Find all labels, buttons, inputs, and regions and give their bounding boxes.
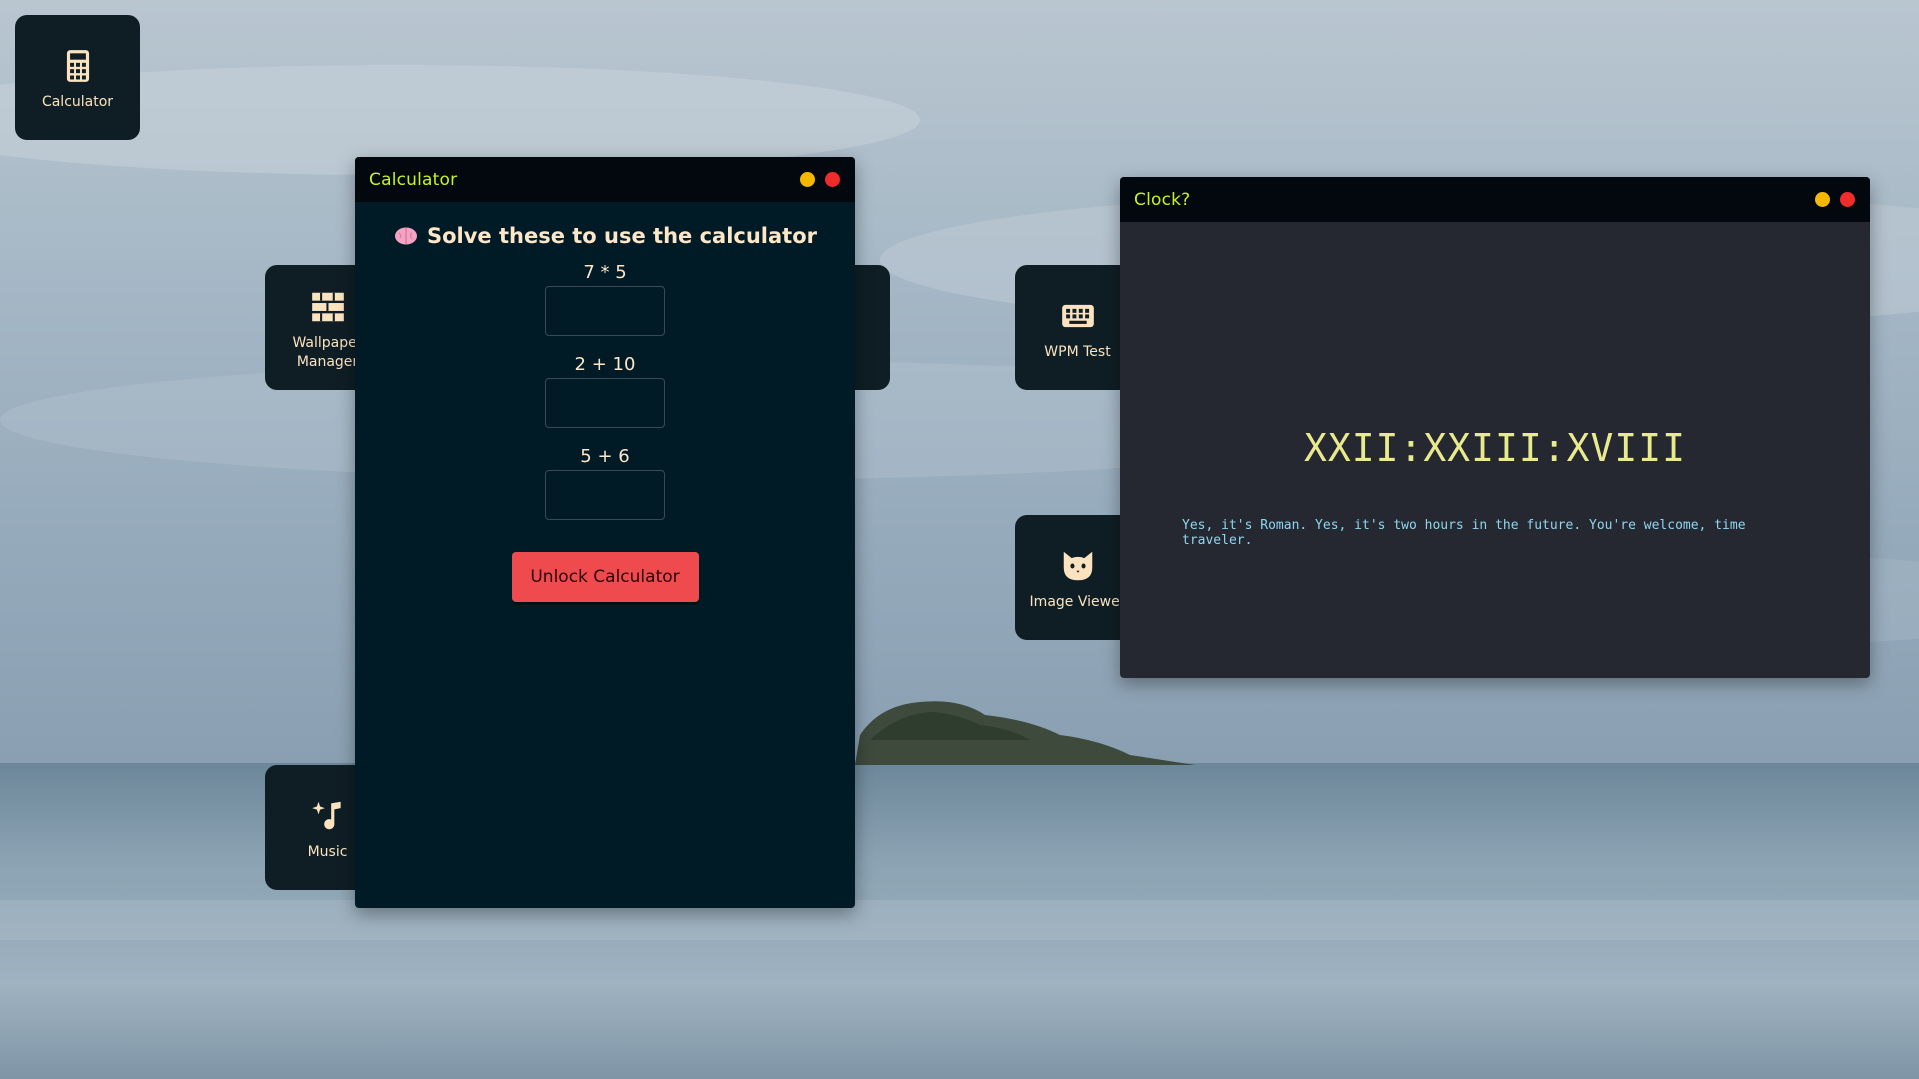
desktop-icon-label: Calculator <box>41 94 114 110</box>
close-button[interactable] <box>1840 192 1855 207</box>
desktop-icon-label: WPM Test <box>1044 344 1111 360</box>
cat-icon <box>1063 551 1092 581</box>
clock-body: XXII:XXIII:XVIII Yes, it's Roman. Yes, i… <box>1120 222 1870 678</box>
music-icon <box>311 801 341 830</box>
clock-window: Clock? XXII:XXIII:XVIII Yes, it's Roman.… <box>1120 177 1870 678</box>
calculator-titlebar[interactable]: Calculator <box>355 157 855 202</box>
calculator-body: Solve these to use the calculator 7 * 5 … <box>355 202 855 602</box>
clock-note: Yes, it's Roman. Yes, it's two hours in … <box>1182 518 1746 548</box>
question-label: 7 * 5 <box>583 262 627 283</box>
clock-titlebar[interactable]: Clock? <box>1120 177 1870 222</box>
desktop-icon-label: Image Viewer <box>1029 594 1126 610</box>
answer-input-1[interactable] <box>545 286 665 336</box>
calculator-heading-text: Solve these to use the calculator <box>426 224 817 248</box>
answer-input-3[interactable] <box>545 470 665 520</box>
window-title: Calculator <box>369 169 458 190</box>
question-label: 5 + 6 <box>580 446 630 467</box>
keyboard-icon <box>1061 304 1094 328</box>
calculator-icon <box>66 50 89 82</box>
calculator-heading: Solve these to use the calculator <box>393 224 817 248</box>
minimize-button[interactable] <box>800 172 815 187</box>
minimize-button[interactable] <box>1815 192 1830 207</box>
answer-input-2[interactable] <box>545 378 665 428</box>
unlock-calculator-button[interactable]: Unlock Calculator <box>511 552 699 602</box>
clock-time: XXII:XXIII:XVIII <box>1303 426 1687 470</box>
wallpaper-icon <box>311 292 344 321</box>
window-title: Clock? <box>1134 189 1191 210</box>
calculator-window: Calculator Solve these to use the calcul… <box>355 157 855 908</box>
desktop-icon-calculator[interactable]: Calculator <box>15 15 140 140</box>
close-button[interactable] <box>825 172 840 187</box>
question-label: 2 + 10 <box>574 354 636 375</box>
brain-icon <box>394 227 417 245</box>
